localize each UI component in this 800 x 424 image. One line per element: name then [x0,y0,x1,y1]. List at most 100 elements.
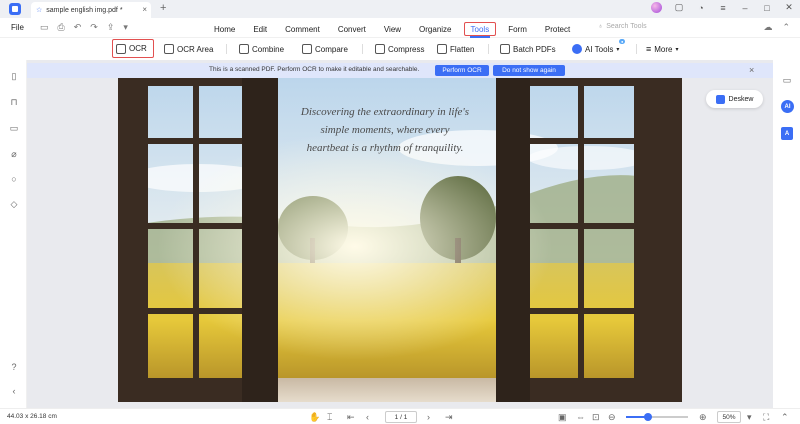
zoom-dropdown-icon[interactable]: ▾ [747,412,752,423]
zoom-in-icon[interactable]: ⊕ [699,412,707,423]
menu-view[interactable]: View [378,22,407,36]
next-page-icon[interactable]: › [427,412,430,422]
properties-icon[interactable]: ▭ [782,75,792,85]
title-bar: ☆ sample english img.pdf * × + ▢ ◔ ≡ – □… [0,0,800,18]
compress-icon [375,44,385,54]
zoom-slider[interactable] [626,413,688,421]
menu-organize[interactable]: Organize [413,22,457,36]
attachment-icon[interactable]: ⌀ [9,149,19,159]
translate-icon[interactable]: A [781,127,793,140]
ocr-notice-text: This is a scanned PDF. Perform OCR to ma… [209,66,420,73]
thumbnail-icon[interactable]: ▯ [9,71,19,81]
print-icon[interactable]: ⎙ [58,22,65,33]
last-page-icon[interactable]: ⇥ [445,412,453,423]
batch-pdfs-button[interactable]: Batch PDFs [497,41,559,57]
ai-new-badge: ● [619,39,626,44]
tab-close-icon[interactable]: × [142,5,147,14]
page-layout-icon[interactable]: ▣ [558,412,567,423]
right-sidebar: ▭ AI A [773,60,800,408]
layers-icon[interactable]: ◇ [9,199,19,209]
compress-button[interactable]: Compress [372,41,427,57]
share-icon[interactable]: ⇪ [107,22,115,33]
tools-toolbar: OCR OCR Area Combine Compare Compress Fl… [0,38,800,60]
zoom-out-icon[interactable]: ⊖ [608,412,616,423]
main-menu: Home Edit Comment Convert View Organize … [208,22,582,38]
menu-tools[interactable]: Tools [463,22,497,38]
fit-width-icon[interactable]: ⇔ [576,412,585,422]
quote-line-1: Discovering the extraordinary in life's [300,106,469,118]
expand-icon[interactable]: ⌃ [782,22,790,33]
page-number-input[interactable]: 1 / 1 [385,411,417,423]
zoom-level[interactable]: 50% [717,411,741,423]
toolbar-divider [362,44,363,54]
customize-icon[interactable]: ▾ [123,22,128,33]
bookmark-icon[interactable]: ⊓ [9,97,19,107]
minimize-icon[interactable]: – [740,3,750,13]
undo-icon[interactable]: ↶ [74,22,82,33]
menu-edit[interactable]: Edit [247,22,273,36]
more-label: More [654,44,673,54]
left-sidebar: ▯ ⊓ ▭ ⌀ ○ ◇ ? ‹ [0,60,27,408]
avatar[interactable] [651,2,662,13]
compare-icon [302,44,312,54]
deskew-button[interactable]: Deskew [706,90,763,108]
file-menu[interactable]: File [11,23,24,32]
flatten-icon [437,44,447,54]
more-button[interactable]: ≡ More ▾ [643,41,682,57]
prev-page-icon[interactable]: ‹ [366,412,369,422]
flatten-label: Flatten [450,44,475,54]
combine-icon [239,44,249,54]
fullscreen-icon[interactable]: ⛶ [763,412,769,423]
zoom-slider-knob[interactable] [643,413,652,421]
ocr-area-button[interactable]: OCR Area [161,41,216,57]
quote-line-2: simple moments, where every [320,124,449,136]
collapse-panel-icon[interactable]: ⌃ [781,412,789,423]
search-icon[interactable]: ○ [9,174,19,184]
menu-comment[interactable]: Comment [279,22,326,36]
ocr-label: OCR [129,44,147,53]
ocr-button[interactable]: OCR [112,39,154,58]
window-controls: ▢ ◔ ≡ – □ ✕ [651,2,794,13]
select-tool-icon[interactable]: ⌶ [327,412,332,423]
lightbulb-icon: ♁ [598,23,604,30]
first-page-icon[interactable]: ⇤ [347,412,355,423]
perform-ocr-button[interactable]: Perform OCR [435,65,489,76]
save-icon[interactable]: ▭ [40,22,49,33]
help-icon[interactable]: ? [9,362,19,372]
flatten-button[interactable]: Flatten [434,41,477,57]
menu-form[interactable]: Form [502,22,533,36]
gift-icon[interactable]: ▢ [674,2,684,13]
menu-icon[interactable]: ≡ [718,3,728,13]
ocr-notice-banner: This is a scanned PDF. Perform OCR to ma… [27,63,773,78]
cloud-icon[interactable]: ☁ [763,22,772,33]
menu-protect[interactable]: Protect [539,22,576,36]
banner-close-icon[interactable]: × [749,65,754,75]
menu-home[interactable]: Home [208,22,241,36]
menu-convert[interactable]: Convert [332,22,372,36]
hand-tool-icon[interactable]: ✋ [309,412,320,423]
document-tab[interactable]: ☆ sample english img.pdf * × [31,2,151,18]
combine-button[interactable]: Combine [236,41,287,57]
ai-tools-button[interactable]: AI Tools ▾ [569,41,622,57]
batch-pdfs-icon [500,44,510,54]
comment-icon[interactable]: ▭ [9,123,19,133]
fit-page-icon[interactable]: ⊡ [592,412,600,423]
collapse-icon[interactable]: ‹ [9,386,19,396]
deskew-icon [715,94,725,104]
redo-icon[interactable]: ↷ [90,22,98,33]
combine-label: Combine [252,44,285,54]
search-tools[interactable]: ♁ Search Tools [598,23,647,30]
compare-button[interactable]: Compare [299,41,351,57]
bell-icon[interactable]: ◔ [696,3,706,13]
app-logo-icon [9,3,21,15]
deskew-label: Deskew [728,95,754,103]
status-bar: 44.03 x 26.18 cm ✋ ⌶ ⇤ ‹ 1 / 1 › ⇥ ▣ ⇔ ⊡… [0,408,800,424]
close-icon[interactable]: ✕ [784,2,794,13]
do-not-show-again-button[interactable]: Do not show again [493,65,565,76]
compare-label: Compare [315,44,348,54]
menu-bar: File ▭ ⎙ ↶ ↷ ⇪ ▾ Home Edit Comment Conve… [0,18,800,38]
new-tab-icon[interactable]: + [160,2,166,14]
maximize-icon[interactable]: □ [762,3,772,13]
ocr-icon [116,43,126,54]
ai-assistant-icon[interactable]: AI [781,100,794,113]
